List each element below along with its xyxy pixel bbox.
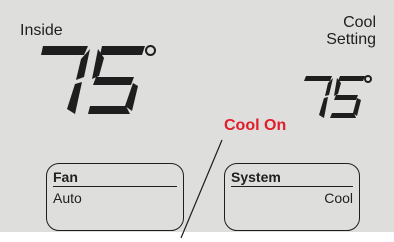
callout-pointer-line [180,139,223,239]
